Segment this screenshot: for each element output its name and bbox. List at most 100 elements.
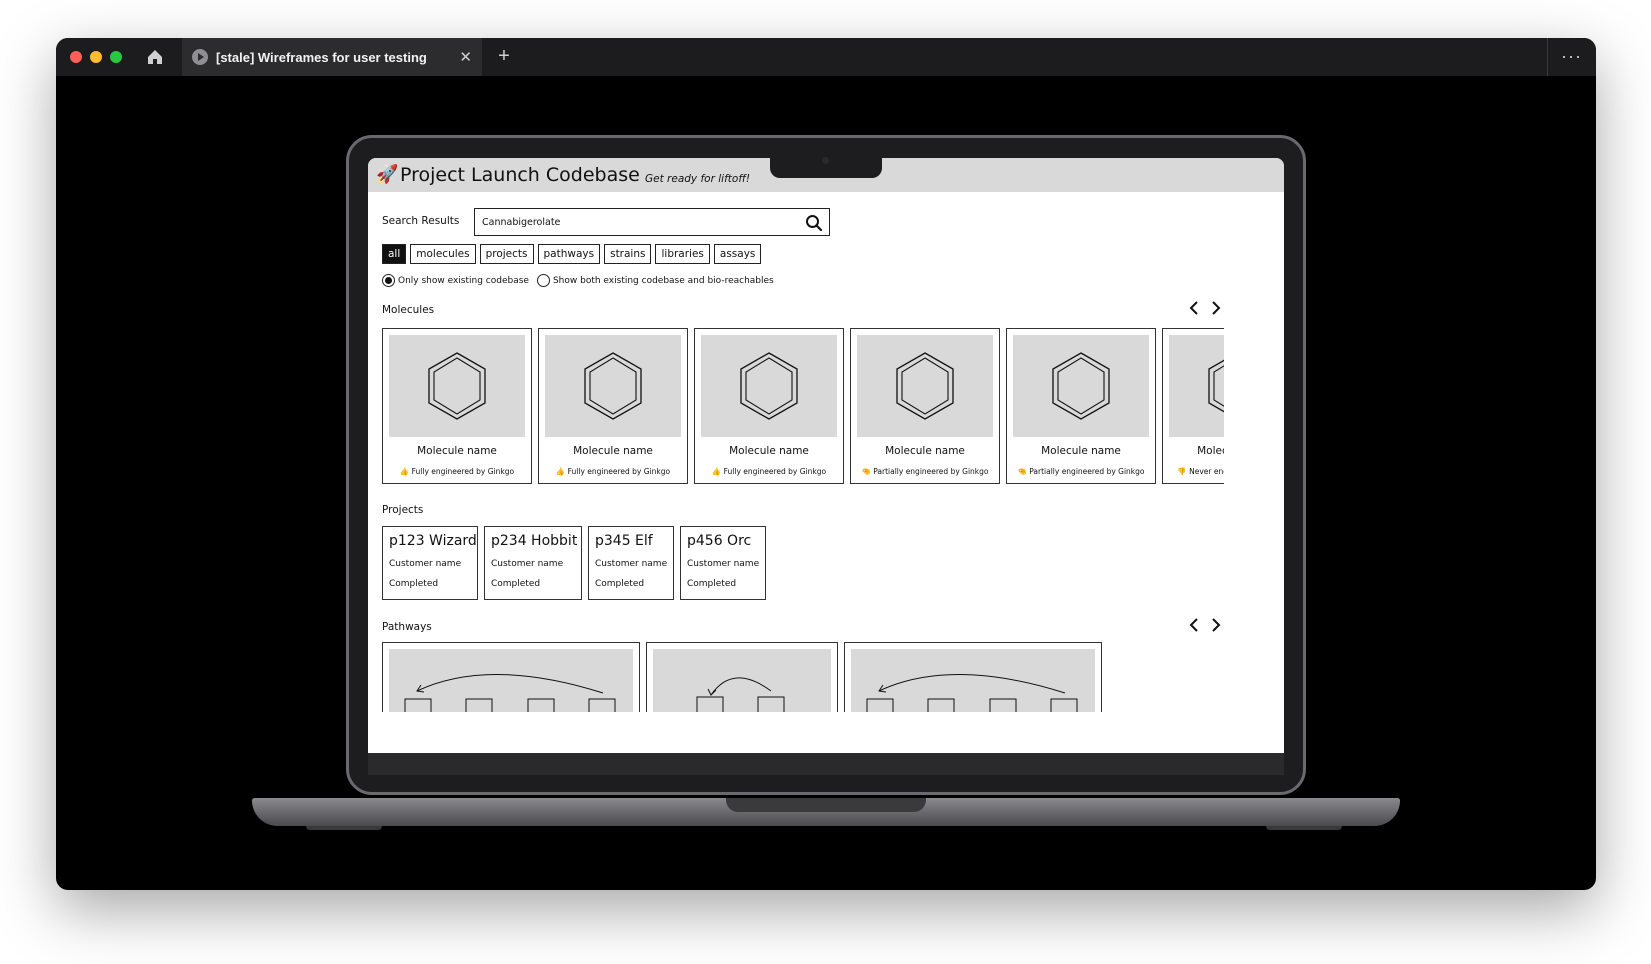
molecule-name: Molecule name (417, 445, 497, 457)
radio-button[interactable] (536, 274, 550, 287)
thumbs-up-icon: 👍 (711, 467, 722, 476)
pathway-card[interactable] (646, 642, 838, 722)
pathways-carousel-nav (1188, 617, 1222, 633)
thumbs-down-icon: 👎 (1177, 467, 1187, 476)
molecule-status-text: Never engineered by Ginkgo (1189, 467, 1224, 476)
laptop-base-notch (726, 798, 926, 812)
thumbs-up-icon: 👍 (399, 467, 410, 476)
project-customer: Customer name (491, 559, 564, 569)
maximize-window-button[interactable] (110, 51, 122, 63)
search-box (474, 208, 830, 236)
close-window-button[interactable] (70, 51, 82, 63)
tab-close-icon[interactable]: ✕ (459, 48, 472, 66)
app-screen: 🚀 Project Launch Codebase Get ready for … (368, 158, 1284, 753)
molecule-structure-image (389, 335, 525, 437)
project-title: p234 Hobbit (491, 533, 578, 549)
pathway-card[interactable] (382, 642, 640, 722)
rocket-icon: 🚀 (376, 164, 399, 185)
new-tab-button[interactable]: + (492, 44, 516, 68)
radio-existing-codebase[interactable]: Only show existing codebase (382, 274, 529, 287)
molecule-card[interactable]: Molecule name 👍 Fully engineered by Gink… (382, 328, 532, 484)
project-status: Completed (389, 579, 439, 589)
minimize-window-button[interactable] (90, 51, 102, 63)
chevron-right-icon[interactable] (1210, 617, 1222, 633)
molecule-card[interactable]: Molecule name 🤏 Partially engineered by … (850, 328, 1000, 484)
tab-title: [stale] Wireframes for user testing (216, 49, 427, 65)
molecule-name: Molecule name (885, 445, 965, 457)
molecule-card[interactable]: Molecule name 👍 Fully engineered by Gink… (538, 328, 688, 484)
molecule-status: 🤏 Partially engineered by Ginkgo (851, 467, 999, 476)
project-customer: Customer name (687, 559, 760, 569)
app-title: Project Launch Codebase (400, 164, 640, 186)
filter-chip-libraries[interactable]: libraries (655, 244, 710, 264)
radio-bio-reachables[interactable]: Show both existing codebase and bio-reac… (536, 274, 774, 287)
project-status: Completed (595, 579, 645, 589)
molecule-status-text: Fully engineered by Ginkgo (723, 467, 827, 476)
molecules-carousel-nav (1188, 300, 1222, 316)
molecule-structure-image (857, 335, 993, 437)
project-card[interactable]: p456 Orc Customer name Completed (680, 526, 766, 600)
app-tagline: Get ready for liftoff! (645, 173, 751, 185)
radio-label: Only show existing codebase (398, 275, 529, 286)
thumbs-up-icon: 👍 (555, 467, 566, 476)
screen-bottom-mask (368, 712, 1284, 753)
project-card[interactable]: p345 Elf Customer name Completed (588, 526, 674, 600)
browser-titlebar: [stale] Wireframes for user testing ✕ + … (56, 38, 1596, 76)
molecule-status-text: Partially engineered by Ginkgo (1029, 467, 1145, 476)
filter-chip-pathways[interactable]: pathways (537, 244, 601, 264)
search-icon[interactable] (805, 214, 823, 232)
play-icon (192, 49, 208, 65)
molecule-card[interactable]: Molecule name 👎 Never engineered by Gink… (1162, 328, 1224, 484)
titlebar-divider (1547, 38, 1548, 76)
laptop-foot-left (306, 826, 382, 830)
molecule-name: Molecule name (573, 445, 653, 457)
filter-chip-all[interactable]: all (382, 244, 407, 264)
pathway-card[interactable] (844, 642, 1102, 722)
filter-chips: all molecules projects pathways strains … (382, 244, 762, 264)
molecule-name: Molecule name (1041, 445, 1121, 457)
chevron-left-icon[interactable] (1188, 617, 1200, 633)
project-title: p456 Orc (687, 533, 752, 549)
radio-button-selected[interactable] (382, 274, 395, 287)
molecule-name: Molecule name (729, 445, 809, 457)
molecule-status: 👍 Fully engineered by Ginkgo (695, 467, 843, 476)
molecule-name: Molecule name (1197, 445, 1224, 457)
molecule-card[interactable]: Molecule name 🤏 Partially engineered by … (1006, 328, 1156, 484)
filter-chip-molecules[interactable]: molecules (410, 244, 476, 264)
filter-chip-strains[interactable]: strains (604, 244, 652, 264)
molecule-structure-image (1013, 335, 1149, 437)
molecule-structure-image (701, 335, 837, 437)
camera-icon (822, 157, 829, 164)
molecule-card[interactable]: Molecule name 👍 Fully engineered by Gink… (694, 328, 844, 484)
project-customer: Customer name (595, 559, 668, 569)
molecules-carousel: Molecule name 👍 Fully engineered by Gink… (382, 328, 1224, 484)
browser-tab[interactable]: [stale] Wireframes for user testing ✕ (182, 38, 482, 76)
project-status: Completed (687, 579, 737, 589)
filter-chip-assays[interactable]: assays (713, 244, 762, 264)
project-card[interactable]: p123 Wizard Customer name Completed (382, 526, 478, 600)
project-status: Completed (491, 579, 541, 589)
more-options-icon[interactable]: ··· (1561, 46, 1582, 67)
chevron-right-icon[interactable] (1210, 300, 1222, 316)
desktop-background: [stale] Wireframes for user testing ✕ + … (0, 0, 1651, 964)
laptop-screen-chin (368, 753, 1284, 775)
project-card[interactable]: p234 Hobbit Customer name Completed (484, 526, 582, 600)
molecule-structure-image (545, 335, 681, 437)
molecule-status-text: Fully engineered by Ginkgo (567, 467, 671, 476)
molecule-status: 👍 Fully engineered by Ginkgo (539, 467, 687, 476)
molecule-status: 👍 Fully engineered by Ginkgo (383, 467, 531, 476)
filter-chip-projects[interactable]: projects (479, 244, 534, 264)
projects-section-label: Projects (382, 504, 424, 516)
molecule-status-text: Partially engineered by Ginkgo (873, 467, 989, 476)
molecule-status: 🤏 Partially engineered by Ginkgo (1007, 467, 1155, 476)
search-input[interactable] (475, 209, 795, 235)
chevron-left-icon[interactable] (1188, 300, 1200, 316)
project-title: p123 Wizard (389, 533, 477, 549)
project-customer: Customer name (389, 559, 462, 569)
radio-label: Show both existing codebase and bio-reac… (552, 275, 774, 286)
home-icon[interactable] (144, 46, 166, 68)
pinching-hand-icon: 🤏 (1017, 467, 1027, 476)
pinching-hand-icon: 🤏 (861, 467, 871, 476)
codebase-scope-radios: Only show existing codebase Show both ex… (382, 274, 774, 287)
molecule-status: 👎 Never engineered by Ginkgo (1163, 467, 1224, 476)
